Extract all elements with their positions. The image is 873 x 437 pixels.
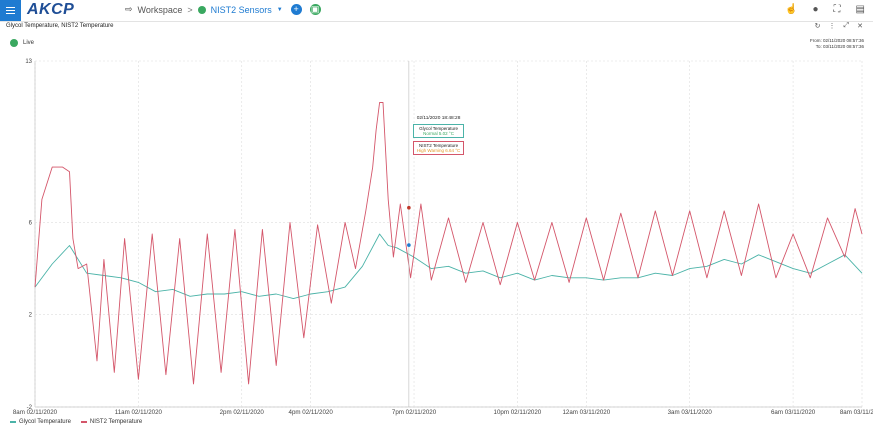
x-tick-label: 7pm 02/11/2020 [392,409,437,416]
tooltip-nist-value: High Warning 6.64 °C [416,148,461,153]
series-line-glycol [34,233,863,300]
x-tick-label: 8am 02/11/2020 [13,409,58,416]
x-tick-label: 2pm 02/11/2020 [220,409,265,416]
chart-grid [34,60,863,408]
x-tick-label: 10pm 02/11/2020 [494,409,542,416]
legend-label-nist: NIST2 Temperature [89,419,143,425]
x-tick-label: 12am 03/11/2020 [562,409,610,416]
y-tick-label: 2 [29,313,33,319]
legend-label-glycol: Glycol Temperature [19,419,71,425]
chart-tooltip: 02/11/2020 18:48:28 Glycol Temperature N… [412,116,465,155]
tooltip-glycol-value: Normal 5.02 °C [423,131,454,136]
x-tick-label: 8am 03/11/2020 [840,409,873,416]
legend-item-nist[interactable]: NIST2 Temperature [80,419,143,425]
x-tick-label: 11am 02/11/2020 [115,409,163,416]
line-chart[interactable]: 1362-28am 02/11/2020 11am 02/11/2020 2pm 0… [0,0,873,437]
legend-swatch-nist [80,421,87,423]
legend-swatch-glycol [10,421,16,423]
hover-point-nist [407,205,411,210]
hover-point-glycol [407,243,411,247]
tooltip-nist-box: NIST2 Temperature High Warning 6.64 °C [412,141,465,155]
chart-legend: Glycol Temperature NIST2 Temperature [10,419,142,425]
x-tick-label: 6am 03/11/2020 [771,409,816,416]
chart-hover-marker [407,61,411,407]
x-tick-label: 4pm 02/11/2020 [289,409,334,416]
y-tick-label: 6 [29,220,33,226]
legend-item-glycol[interactable]: Glycol Temperature [10,419,71,425]
y-tick-label: 13 [25,59,32,65]
tooltip-glycol-box: Glycol Temperature Normal 5.02 °C [412,124,465,138]
x-tick-label: 3am 03/11/2020 [668,409,713,416]
tooltip-timestamp: 02/11/2020 18:48:28 [416,116,461,121]
